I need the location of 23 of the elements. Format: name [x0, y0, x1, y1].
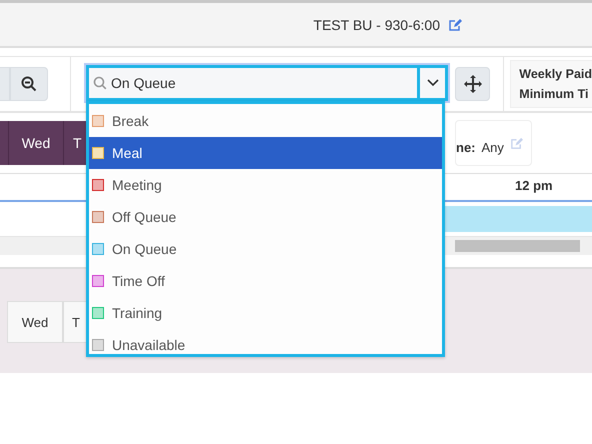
select-input[interactable]: On Queue — [107, 75, 417, 91]
zoom-out-icon — [20, 76, 37, 92]
scrollbar-thumb[interactable] — [455, 240, 580, 252]
dropdown-option[interactable]: Time Off — [89, 265, 442, 297]
dropdown-option[interactable]: On Queue — [89, 233, 442, 265]
time-label: 12 pm — [515, 178, 553, 193]
dropdown-option[interactable]: Meal — [89, 137, 442, 169]
summary-label: Weekly Paid — [519, 67, 592, 81]
caret-icon — [426, 79, 438, 87]
edit-icon[interactable] — [448, 18, 462, 32]
card-value: Any — [482, 140, 504, 155]
day-tab[interactable]: Wed — [7, 301, 63, 343]
summary-label: Minimum Ti — [519, 87, 590, 101]
dropdown-option[interactable]: Off Queue — [89, 201, 442, 233]
activity-select[interactable]: On Queue — [86, 65, 448, 101]
dropdown-option[interactable]: Meeting — [89, 169, 442, 201]
schedule-title: TEST BU - 930-6:00 — [313, 16, 440, 32]
search-icon — [93, 76, 107, 90]
move-button[interactable] — [455, 67, 490, 101]
zoom-out-button[interactable] — [10, 67, 48, 101]
move-icon — [462, 74, 483, 94]
card-label: ne: — [456, 140, 476, 155]
day-tab[interactable]: Wed — [8, 121, 63, 165]
